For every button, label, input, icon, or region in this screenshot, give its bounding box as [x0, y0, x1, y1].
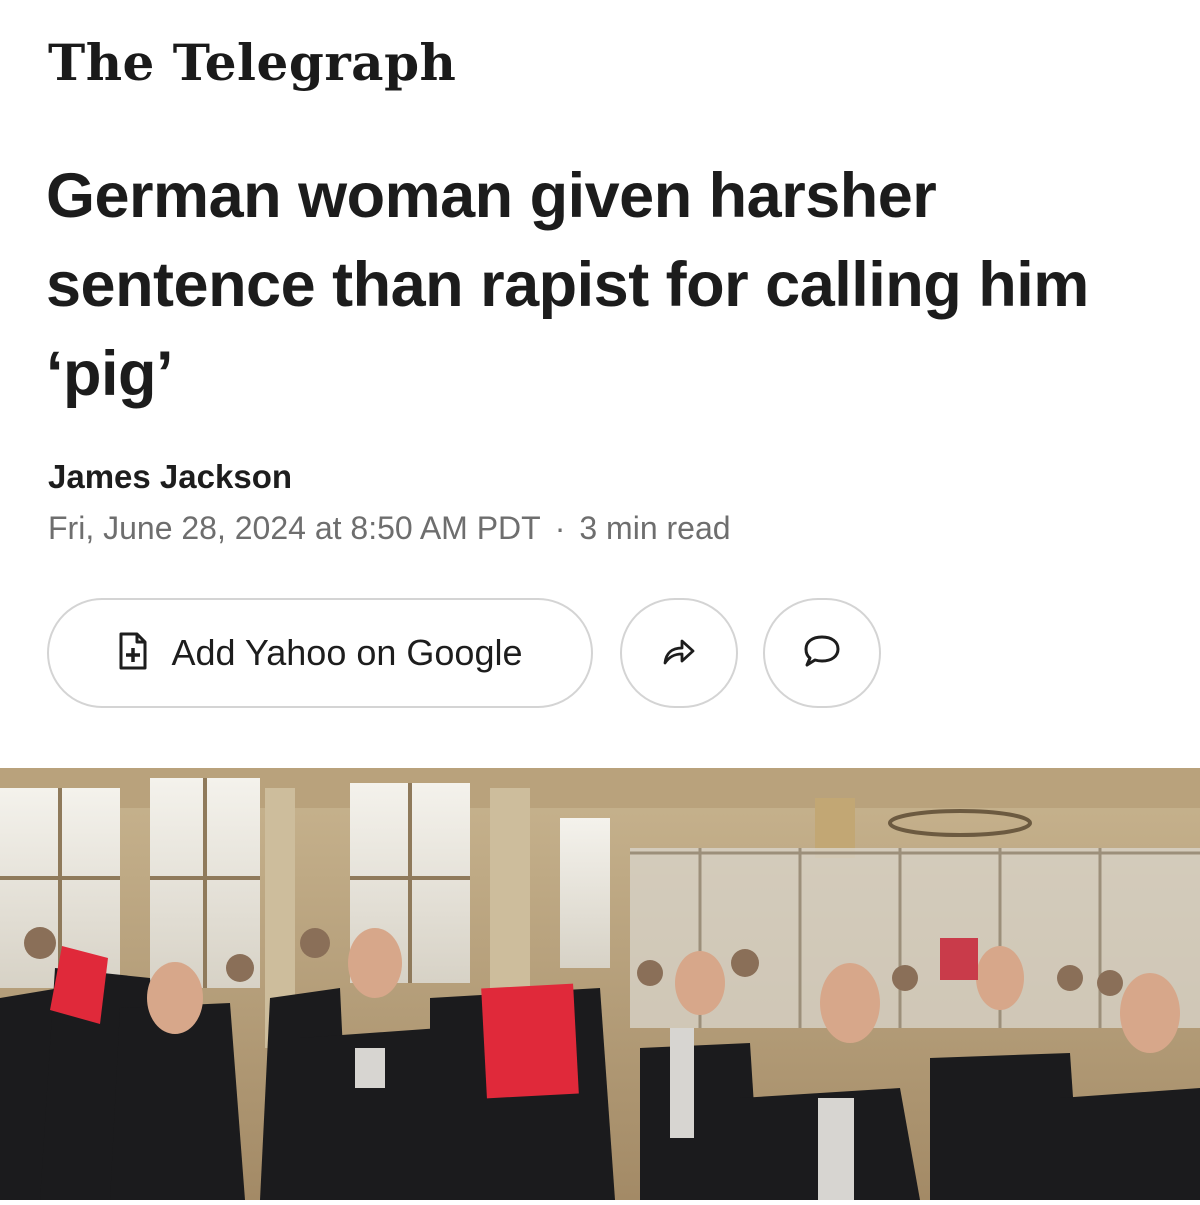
author-name[interactable]: James Jackson: [48, 458, 292, 496]
courtroom-photo: [0, 768, 1200, 1200]
add-yahoo-label: Add Yahoo on Google: [171, 632, 523, 673]
doc-plus-icon: [118, 632, 148, 675]
share-button[interactable]: [620, 598, 738, 708]
comment-icon: [802, 633, 842, 674]
publish-date: Fri, June 28, 2024 at 8:50 AM PDT: [48, 510, 541, 546]
add-yahoo-on-google-button[interactable]: Add Yahoo on Google: [47, 598, 593, 708]
share-icon: [662, 636, 696, 671]
read-time: 3 min read: [579, 510, 731, 546]
comment-button[interactable]: [763, 598, 881, 708]
masthead-logo: The Telegraph: [48, 33, 457, 92]
article-meta: Fri, June 28, 2024 at 8:50 AM PDT · 3 min …: [48, 510, 731, 547]
meta-separator: ·: [554, 510, 566, 546]
article-headline: German woman given harsher sentence than…: [46, 161, 1089, 409]
